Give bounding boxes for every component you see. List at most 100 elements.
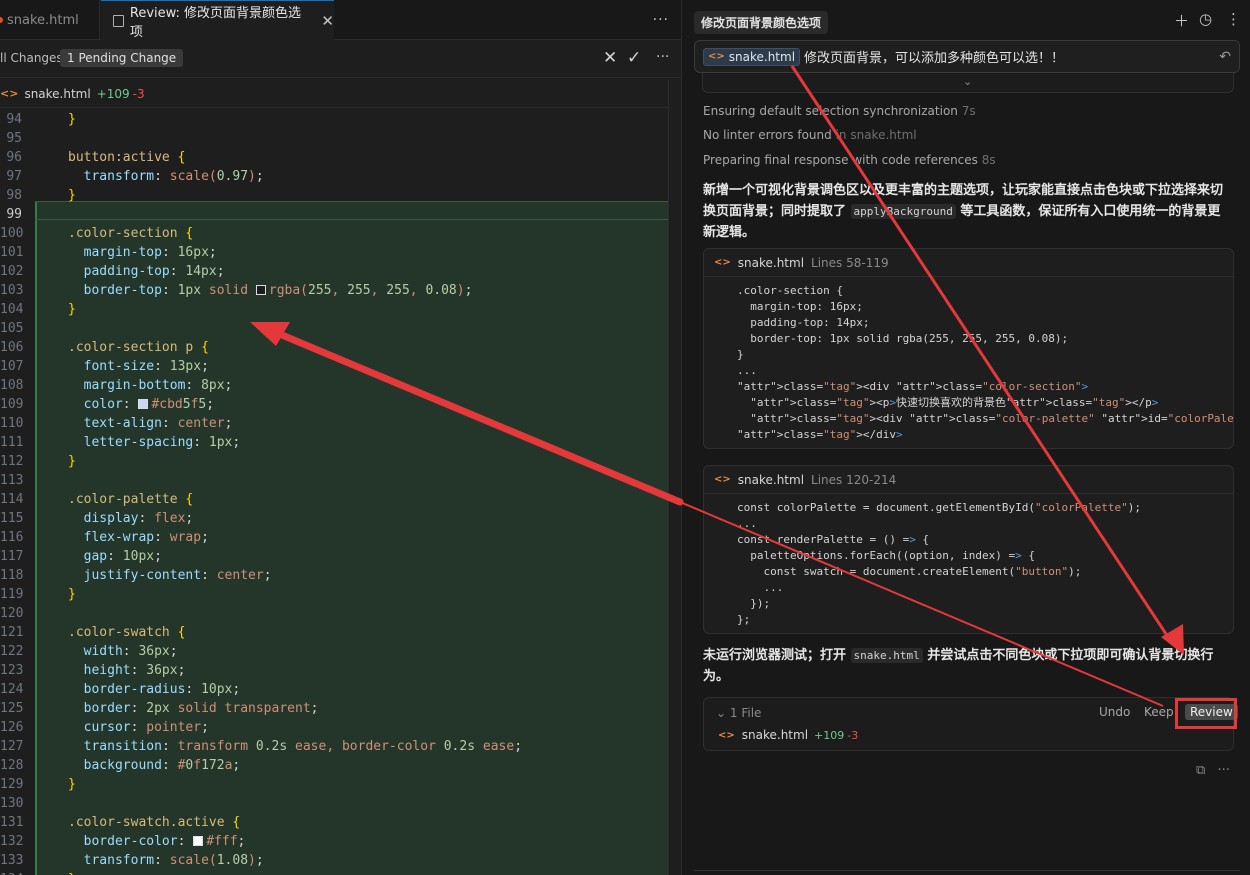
code-line: 103 border-top: 1px solid rgba(255, 255,… [0, 281, 668, 300]
code-text: } [68, 870, 76, 875]
collapsed-code-block[interactable]: ⌄ [702, 73, 1234, 93]
code-line: 125 border: 2px solid transparent; [0, 699, 668, 718]
plus-icon[interactable]: ＋ [1174, 10, 1189, 31]
review-change-bar: ll Changes 1 Pending Change ✕ ✓ ··· [0, 40, 681, 78]
code-line: 129} [0, 775, 668, 794]
copy-icon[interactable]: ⧉ [1196, 763, 1205, 778]
chat-input-edge [694, 870, 1240, 875]
line-number: 105 [0, 321, 24, 336]
code-line: 120 [0, 604, 668, 623]
code-card-line: "attr">class [750, 412, 830, 425]
code-text: cursor: pointer; [83, 720, 209, 735]
line-number: 112 [0, 454, 24, 469]
status-detail: 8s [981, 153, 996, 167]
changed-file-row[interactable]: <> snake.html +109 -3 [718, 728, 858, 742]
code-line: 110 text-align: center; [0, 414, 668, 433]
code-line: 96 button:active { [0, 148, 668, 167]
line-number: 127 [0, 739, 24, 754]
code-line: 115 display: flex; [0, 509, 668, 528]
tab-snake-html[interactable]: snake.html [0, 0, 100, 40]
code-text: color: #cbd5f5; [83, 397, 215, 412]
code-text: height: 36px; [83, 663, 186, 678]
code-card-line: .color-section { [737, 284, 843, 297]
code-line: 113 [0, 471, 668, 490]
reject-all-icon[interactable]: ✕ [603, 48, 617, 68]
code-line: 128 background: #0f172a; [0, 756, 668, 775]
code-text: } [68, 188, 76, 203]
code-card-line: ... [737, 581, 784, 594]
code-text: } [68, 777, 76, 792]
html-code-icon: <> [718, 729, 735, 741]
chat-title[interactable]: 修改页面背景颜色选项 [694, 11, 829, 34]
line-number: 109 [0, 397, 24, 412]
code-card-header[interactable]: <> snake.html Lines 58-119 [704, 249, 1233, 277]
code-card-line: "attr">class [737, 428, 817, 441]
code-line: 119} [0, 585, 668, 604]
code-reference-card[interactable]: <> snake.html Lines 58-119 .color-sectio… [703, 248, 1234, 449]
user-prompt[interactable]: <> snake.html 修改页面背景，可以添加多种颜色可以选！！ ↶ [694, 40, 1240, 73]
files-count[interactable]: ⌄ 1 File [716, 706, 761, 720]
line-number: 131 [0, 815, 24, 830]
file-context-chip[interactable]: <> snake.html [703, 47, 801, 66]
inline-code: applyBackground [850, 204, 956, 219]
code-text: width: 36px; [83, 644, 178, 659]
more-actions-icon[interactable]: ··· [1217, 763, 1229, 778]
line-number: 132 [0, 834, 24, 849]
code-text: } [68, 587, 76, 602]
message-actions: ⧉ ··· [1196, 763, 1230, 778]
status-line: Ensuring default selection synchronizati… [703, 104, 976, 118]
changed-file-name: snake.html [741, 728, 809, 742]
code-text: border-color: #fff; [83, 834, 246, 849]
undo-button[interactable]: Undo [1099, 705, 1130, 719]
line-number: 129 [0, 777, 24, 792]
lines-added: +109 [814, 728, 845, 742]
lines-added: +109 [96, 86, 130, 101]
diff-file-header[interactable]: <> snake.html +109 -3 [0, 80, 668, 108]
line-number: 99 [6, 207, 22, 222]
close-icon[interactable]: ✕ [321, 12, 334, 30]
code-line: 98} [0, 186, 668, 205]
note-text: 未运行浏览器测试；打开 [703, 648, 847, 663]
code-card-line: ... [737, 364, 757, 377]
code-text: gap: 10px; [83, 549, 162, 564]
code-line: 112} [0, 452, 668, 471]
code-card-header[interactable]: <> snake.html Lines 120-214 [704, 466, 1233, 494]
editor-pane: snake.html Review: 修改页面背景颜色选项 ✕ ··· ll C… [0, 0, 681, 875]
status-text: No linter errors found [703, 128, 832, 142]
code-line: 95 [0, 129, 668, 148]
accept-all-icon[interactable]: ✓ [627, 48, 641, 68]
history-icon[interactable]: ◷ [1199, 10, 1212, 28]
line-number: 115 [0, 511, 24, 526]
all-changes-tab[interactable]: ll Changes [0, 51, 63, 65]
line-number: 120 [0, 606, 24, 621]
line-number: 100 [0, 226, 24, 241]
editor-scrollbar[interactable] [668, 80, 681, 875]
assistant-summary: 新增一个可视化背景调色区以及更丰富的主题选项，让玩家能直接点击色块或下拉选择来切… [703, 180, 1233, 243]
editor-tab-bar: snake.html Review: 修改页面背景颜色选项 ✕ ··· [0, 0, 681, 40]
review-highlight-box [1175, 698, 1237, 729]
assistant-note: 未运行浏览器测试；打开 snake.html 并尝试点击不同色块或下拉项即可确认… [703, 645, 1233, 687]
code-reference-card[interactable]: <> snake.html Lines 120-214 const colorP… [703, 465, 1234, 634]
code-line: 131 .color-swatch.active { [0, 813, 668, 832]
more-actions-icon[interactable]: ··· [656, 49, 669, 65]
chevron-down-icon[interactable]: ⌄ [963, 75, 972, 88]
status-text: Ensuring default selection synchronizati… [703, 104, 958, 118]
undo-icon[interactable]: ↶ [1219, 49, 1231, 65]
pending-change-tab[interactable]: 1 Pending Change [60, 49, 184, 67]
line-number: 119 [0, 587, 24, 602]
html-code-icon: <> [708, 51, 725, 62]
keep-button[interactable]: Keep [1144, 705, 1174, 719]
code-text: background: #0f172a; [83, 758, 241, 773]
line-number: 125 [0, 701, 24, 716]
html-code-icon: <> [714, 257, 731, 268]
code-card-line: const colorPalette = document.getElement… [737, 501, 1141, 514]
more-actions-icon[interactable]: ··· [653, 12, 669, 28]
more-vertical-icon[interactable]: ⋮ [1226, 10, 1241, 28]
code-editor[interactable]: 94} 95 96 button:active {97 transform: scal… [0, 108, 668, 875]
status-line: No linter errors found in snake.html [703, 128, 917, 142]
tab-label: Review: 修改页面背景颜色选项 [129, 5, 302, 40]
card-file-name: snake.html [737, 255, 805, 270]
code-text: .color-section { [68, 226, 194, 241]
line-number: 118 [0, 568, 24, 583]
tab-review[interactable]: Review: 修改页面背景颜色选项 ✕ [101, 0, 334, 40]
